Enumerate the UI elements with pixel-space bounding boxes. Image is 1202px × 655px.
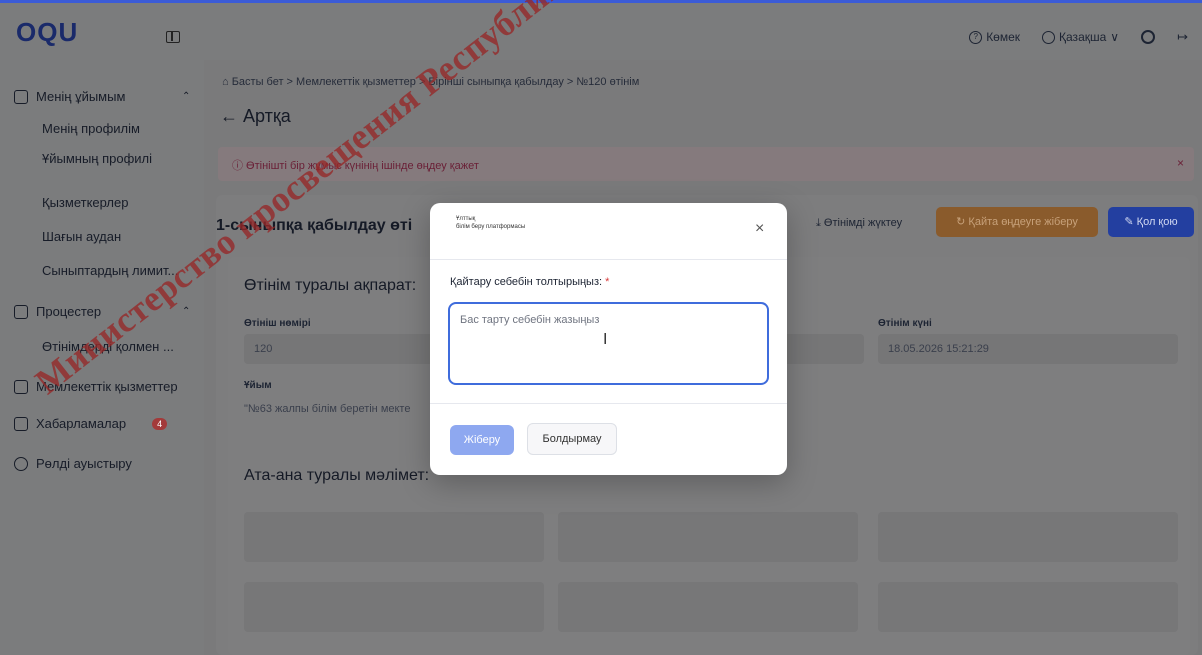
- user-icon[interactable]: [1141, 30, 1156, 44]
- sidebar-item-label: Ұйымның профилі: [42, 151, 153, 166]
- request-number-label: Өтініш нөмірі: [244, 318, 311, 329]
- logout-icon[interactable]: ↦: [1177, 29, 1188, 45]
- language-selector[interactable]: Қазақша ∨: [1042, 30, 1119, 44]
- sidebar-item-label: Өтінімдерді қолмен ...: [42, 339, 174, 354]
- download-request-button[interactable]: ⤓ Өтінімді жүктеу: [816, 217, 902, 230]
- submit-button[interactable]: Жіберу: [450, 425, 514, 455]
- parent-field-placeholder: [878, 512, 1178, 562]
- sign-button[interactable]: ✎ Қол қою: [1108, 207, 1194, 237]
- help-label: Көмек: [986, 30, 1021, 44]
- services-icon: [14, 379, 28, 394]
- return-reason-textarea[interactable]: [448, 302, 769, 385]
- brand-line-1: Ұлттық: [456, 216, 476, 222]
- app-logo[interactable]: OQU: [16, 17, 78, 48]
- messages-icon: [14, 416, 28, 431]
- request-info-heading: Өтінім туралы ақпарат:: [244, 277, 417, 294]
- sidebar: Менің ұйымым ⌃ Менің профилім Ұйымның пр…: [0, 60, 204, 655]
- help-link[interactable]: ? Көмек: [969, 30, 1020, 44]
- top-bar: OQU ? Көмек Қазақша ∨ ↦: [0, 0, 1202, 60]
- sidebar-item-label: Менің профилім: [42, 121, 140, 136]
- deadline-alert: ⓘ Өтінішті бір жұмыс күнінің ішінде өңде…: [218, 147, 1194, 181]
- clipboard-icon: [14, 304, 28, 319]
- text-cursor-icon: I: [603, 331, 608, 348]
- parent-field-placeholder: [558, 582, 858, 632]
- close-icon[interactable]: ×: [755, 220, 764, 238]
- sidebar-item-label: Қызметкерлер: [42, 195, 129, 210]
- sidebar-item-org-profile[interactable]: Ұйымның профилі: [42, 151, 152, 166]
- sidebar-item-my-organization[interactable]: Менің ұйымым: [14, 89, 125, 104]
- sidebar-item-class-limits[interactable]: Сыныптардың лимит...: [42, 263, 178, 278]
- help-icon: ?: [969, 30, 983, 44]
- sidebar-item-label: Мемлекеттік қызметтер: [36, 379, 178, 394]
- return-reason-modal: Ұлттық білім беру платформасы × Қайтару …: [430, 203, 787, 475]
- sidebar-item-label: Процестер: [36, 304, 102, 319]
- sidebar-item-label: Хабарламалар: [36, 416, 127, 431]
- cancel-button[interactable]: Болдырмау: [527, 423, 617, 455]
- organization-label: Ұйым: [244, 380, 272, 391]
- page-title: 1-сыныпқа қабылдау өті: [216, 217, 413, 234]
- parent-field-placeholder: [244, 512, 544, 562]
- return-reason-label-text: Қайтару себебін толтырыңыз:: [450, 276, 603, 288]
- chevron-up-icon[interactable]: ⌃: [182, 306, 190, 317]
- sidebar-toggle-icon[interactable]: [166, 31, 180, 43]
- modal-divider: [430, 403, 787, 404]
- back-button[interactable]: ← Артқа: [220, 106, 291, 127]
- globe-icon: [1042, 30, 1056, 44]
- close-icon[interactable]: ×: [1177, 156, 1184, 170]
- messages-count-badge: 4: [152, 417, 168, 430]
- switch-icon: [14, 456, 28, 471]
- return-for-revision-button[interactable]: ↻ Қайта өңдеуге жіберу: [936, 207, 1098, 237]
- sidebar-item-my-profile[interactable]: Менің профилім: [42, 121, 140, 136]
- parent-field-placeholder: [558, 512, 858, 562]
- sidebar-item-employees[interactable]: Қызметкерлер: [42, 195, 128, 210]
- brand-line-2: білім беру платформасы: [456, 224, 526, 230]
- request-date-field: 18.05.2026 15:21:29: [878, 334, 1178, 364]
- sidebar-item-label: Рөлді ауыстыру: [36, 456, 132, 471]
- sidebar-item-switch-role[interactable]: Рөлді ауыстыру: [14, 456, 132, 471]
- modal-divider: [430, 259, 787, 260]
- chevron-down-icon: ∨: [1110, 30, 1120, 44]
- chevron-up-icon[interactable]: ⌃: [182, 91, 190, 102]
- modal-brand: Ұлттық білім беру платформасы: [456, 215, 525, 231]
- required-mark: *: [602, 276, 610, 288]
- alert-text: ⓘ Өтінішті бір жұмыс күнінің ішінде өңде…: [232, 160, 479, 172]
- request-date-label: Өтінім күні: [878, 318, 932, 329]
- parent-info-heading: Ата-ана туралы мәлімет:: [244, 467, 430, 484]
- sidebar-item-manual-requests[interactable]: Өтінімдерді қолмен ...: [42, 339, 174, 354]
- sidebar-item-public-services[interactable]: Мемлекеттік қызметтер: [14, 379, 178, 394]
- sidebar-item-label: Менің ұйымым: [36, 89, 126, 104]
- sidebar-item-microdistrict[interactable]: Шағын аудан: [42, 229, 121, 244]
- top-right-controls: ? Көмек Қазақша ∨ ↦: [969, 29, 1188, 45]
- sidebar-item-processes[interactable]: Процестер: [14, 304, 101, 319]
- organization-icon: [14, 89, 28, 104]
- language-label: Қазақша: [1059, 30, 1107, 44]
- sidebar-item-label: Шағын аудан: [42, 229, 122, 244]
- return-reason-label: Қайтару себебін толтырыңыз: *: [450, 276, 609, 288]
- parent-field-placeholder: [244, 582, 544, 632]
- sidebar-item-label: Сыныптардың лимит...: [42, 263, 179, 278]
- breadcrumb[interactable]: ⌂ Басты бет > Мемлекеттік қызметтер > Бі…: [222, 76, 639, 88]
- sidebar-item-messages[interactable]: Хабарламалар 4: [14, 416, 168, 431]
- parent-field-placeholder: [878, 582, 1178, 632]
